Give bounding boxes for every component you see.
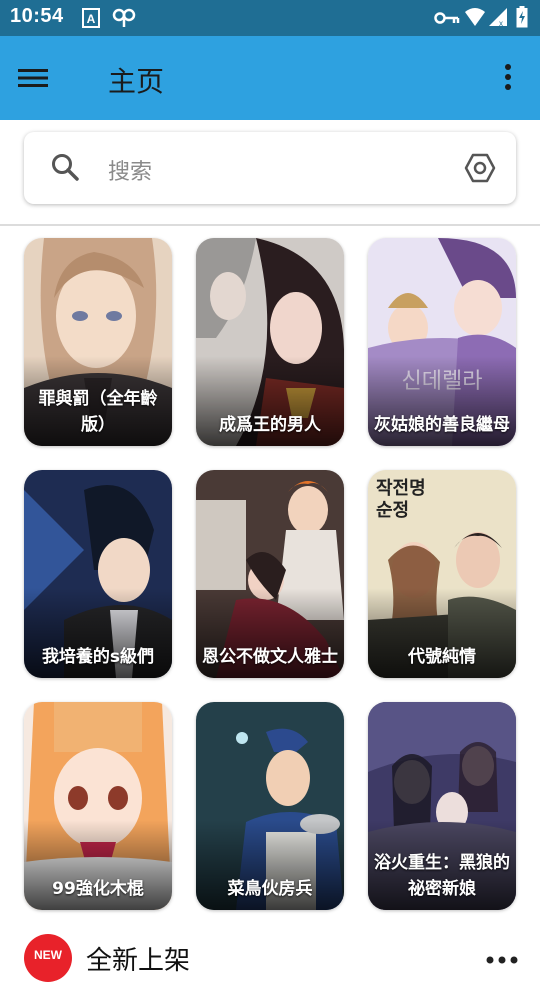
svg-text:순정: 순정 (376, 500, 409, 521)
page-title: 主页 (108, 65, 165, 98)
app-bar: 主页 (0, 36, 540, 120)
link-icon (112, 8, 136, 32)
vpn-key-icon (434, 10, 460, 30)
comic-card[interactable]: 작전명 순정 代號純情 (368, 470, 516, 678)
notification-a-icon: A (82, 8, 100, 32)
section-title: 全新上架 (86, 946, 191, 976)
divider (0, 224, 540, 226)
comic-card[interactable]: 罪與罰（全年齡 版） (24, 238, 172, 446)
comic-title: 恩公不做文人雅士 (202, 647, 338, 667)
comic-title: 成爲王的男人 (219, 415, 321, 435)
svg-text:작전명: 작전명 (376, 478, 426, 499)
comic-title: 菜鳥伙房兵 (227, 879, 313, 899)
comic-card[interactable]: 恩公不做文人雅士 (196, 470, 344, 678)
comic-card[interactable]: 浴火重生：黑狼的 祕密新娘 (368, 702, 516, 910)
search-input[interactable]: 搜索 (108, 154, 152, 186)
search-bar[interactable]: 搜索 (24, 132, 516, 204)
battery-icon (516, 6, 528, 32)
comic-title: 灰姑娘的善良繼母 (374, 415, 510, 435)
comic-title: 99強化木棍 (52, 879, 144, 899)
comic-card[interactable]: 成爲王的男人 (196, 238, 344, 446)
comic-card[interactable]: 我培養的s級們 (24, 470, 172, 678)
comic-card[interactable]: 신데렐라 灰姑娘的善良繼母 (368, 238, 516, 446)
comic-title: 罪與罰（全年齡 版） (38, 389, 158, 435)
status-time: 10:54 (10, 5, 64, 27)
hexagon-settings-icon[interactable] (464, 152, 496, 188)
signal-icon: x (488, 7, 508, 31)
comic-card[interactable]: 99強化木棍 (24, 702, 172, 910)
comic-title: 代號純情 (408, 647, 476, 667)
svg-text:x: x (499, 19, 503, 27)
wifi-icon (464, 7, 486, 31)
comic-title: 浴火重生：黑狼的 祕密新娘 (374, 853, 510, 899)
search-icon[interactable] (50, 152, 80, 186)
status-bar: 10:54 A x (0, 0, 540, 36)
hamburger-menu-icon[interactable] (18, 60, 66, 96)
svg-text:A: A (87, 12, 96, 26)
new-badge: NEW (24, 934, 72, 982)
comic-card[interactable]: 菜鳥伙房兵 (196, 702, 344, 910)
more-vertical-icon[interactable] (494, 60, 522, 96)
comic-title: 我培養的s級們 (41, 647, 155, 667)
